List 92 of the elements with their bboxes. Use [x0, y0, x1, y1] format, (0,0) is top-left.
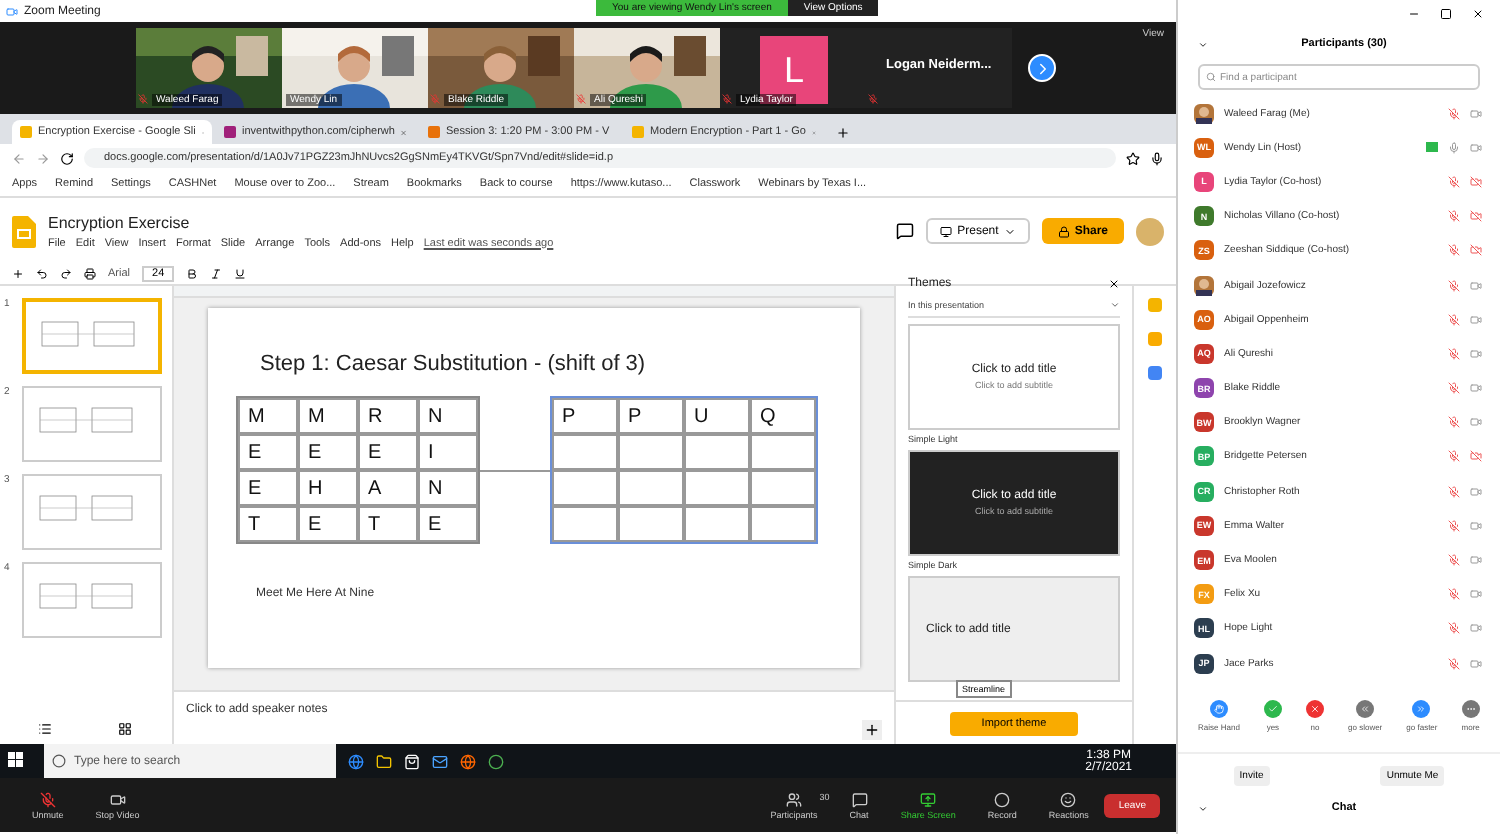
slides-logo-icon	[12, 215, 36, 247]
table-cell	[618, 470, 684, 506]
table-cell: A	[358, 470, 418, 506]
double-chevron-right-icon	[1412, 700, 1431, 719]
table-cell: E	[238, 470, 298, 506]
undo-icon[interactable]	[36, 268, 48, 280]
table-cell: N	[418, 470, 478, 506]
new-tab-icon[interactable]	[836, 126, 850, 140]
table-cell: M	[298, 398, 358, 434]
table-cell: E	[418, 506, 478, 542]
cross-icon	[1305, 700, 1324, 719]
slide-thumbnail[interactable]	[22, 298, 162, 374]
store-icon[interactable]	[404, 753, 420, 769]
caret-icon	[1110, 300, 1120, 310]
check-icon	[1263, 700, 1282, 719]
forward-icon[interactable]	[36, 151, 50, 165]
table-cell: U	[684, 398, 750, 434]
bold-icon[interactable]	[186, 268, 199, 280]
table-cell: P	[552, 398, 618, 434]
lock-icon	[1058, 225, 1071, 237]
search-icon	[1206, 72, 1216, 82]
people-icon	[786, 791, 803, 807]
table-cell: M	[238, 398, 298, 434]
print-icon[interactable]	[84, 268, 96, 280]
back-icon[interactable]	[12, 151, 26, 165]
underline-icon[interactable]	[234, 268, 247, 280]
tasks-icon[interactable]	[1148, 366, 1162, 380]
table-cell: P	[618, 398, 684, 434]
chat-icon	[851, 791, 868, 807]
minimize-icon[interactable]	[1408, 8, 1420, 20]
document-title[interactable]: Encryption Exercise	[48, 213, 554, 231]
add-icon	[864, 722, 880, 738]
table-cell: T	[238, 506, 298, 542]
mail-icon[interactable]	[432, 753, 448, 769]
add-comment-button[interactable]	[862, 720, 882, 740]
table-cell: Q	[750, 398, 816, 434]
folder-icon[interactable]	[376, 753, 392, 769]
mic-muted-icon	[39, 791, 56, 807]
circle-icon	[52, 754, 66, 768]
italic-icon[interactable]	[210, 268, 223, 280]
table-cell: T	[358, 506, 418, 542]
table-cell	[618, 434, 684, 470]
table-cell	[552, 470, 618, 506]
slide-title: Step 1: Caesar Substitution - (shift of 3)	[260, 352, 648, 376]
star-icon[interactable]	[1126, 151, 1140, 165]
avatar	[1194, 103, 1214, 124]
collapse-icon[interactable]	[1198, 803, 1208, 814]
table-cell	[684, 434, 750, 470]
table-cell: E	[238, 434, 298, 470]
close-icon[interactable]	[1108, 278, 1120, 290]
connector-line	[480, 469, 550, 471]
table-cell: E	[298, 506, 358, 542]
table-cell: E	[358, 434, 418, 470]
mic-icon[interactable]	[1150, 151, 1164, 165]
slide-thumbnail[interactable]	[22, 562, 162, 638]
more-icon	[1461, 700, 1480, 719]
table-cell	[684, 470, 750, 506]
avatar	[1194, 275, 1214, 296]
camera-icon	[109, 791, 126, 807]
caret-icon	[1004, 225, 1017, 237]
redo-icon[interactable]	[60, 268, 72, 280]
table-cell	[552, 506, 618, 542]
collapse-icon[interactable]	[1198, 39, 1208, 49]
add-icon[interactable]	[12, 268, 24, 280]
slide-thumbnail[interactable]	[22, 474, 162, 550]
table-cell	[750, 434, 816, 470]
table-cell: E	[298, 434, 358, 470]
table-cell	[552, 434, 618, 470]
slide-thumbnail[interactable]	[22, 386, 162, 462]
camera-icon	[6, 5, 18, 17]
table-cell: H	[298, 470, 358, 506]
table-cell: I	[418, 434, 478, 470]
table-cell	[750, 506, 816, 542]
smiley-icon	[1060, 791, 1077, 807]
reload-icon[interactable]	[60, 151, 74, 165]
table-cell	[750, 470, 816, 506]
record-icon	[994, 791, 1011, 807]
list-view-icon[interactable]	[37, 722, 51, 736]
double-chevron-left-icon	[1356, 700, 1375, 719]
table-cell: R	[358, 398, 418, 434]
close-icon[interactable]	[1472, 8, 1484, 20]
share-screen-icon	[920, 791, 937, 807]
table-cell	[684, 506, 750, 542]
hand-icon	[1209, 700, 1228, 719]
table-cell: N	[418, 398, 478, 434]
comment-icon[interactable]	[895, 222, 914, 240]
grid-view-icon[interactable]	[117, 722, 131, 736]
table-cell	[618, 506, 684, 542]
maximize-icon[interactable]	[1440, 8, 1452, 20]
next-page-button[interactable]	[1028, 54, 1056, 82]
avatar	[1136, 217, 1164, 245]
monitor-icon	[939, 225, 952, 237]
